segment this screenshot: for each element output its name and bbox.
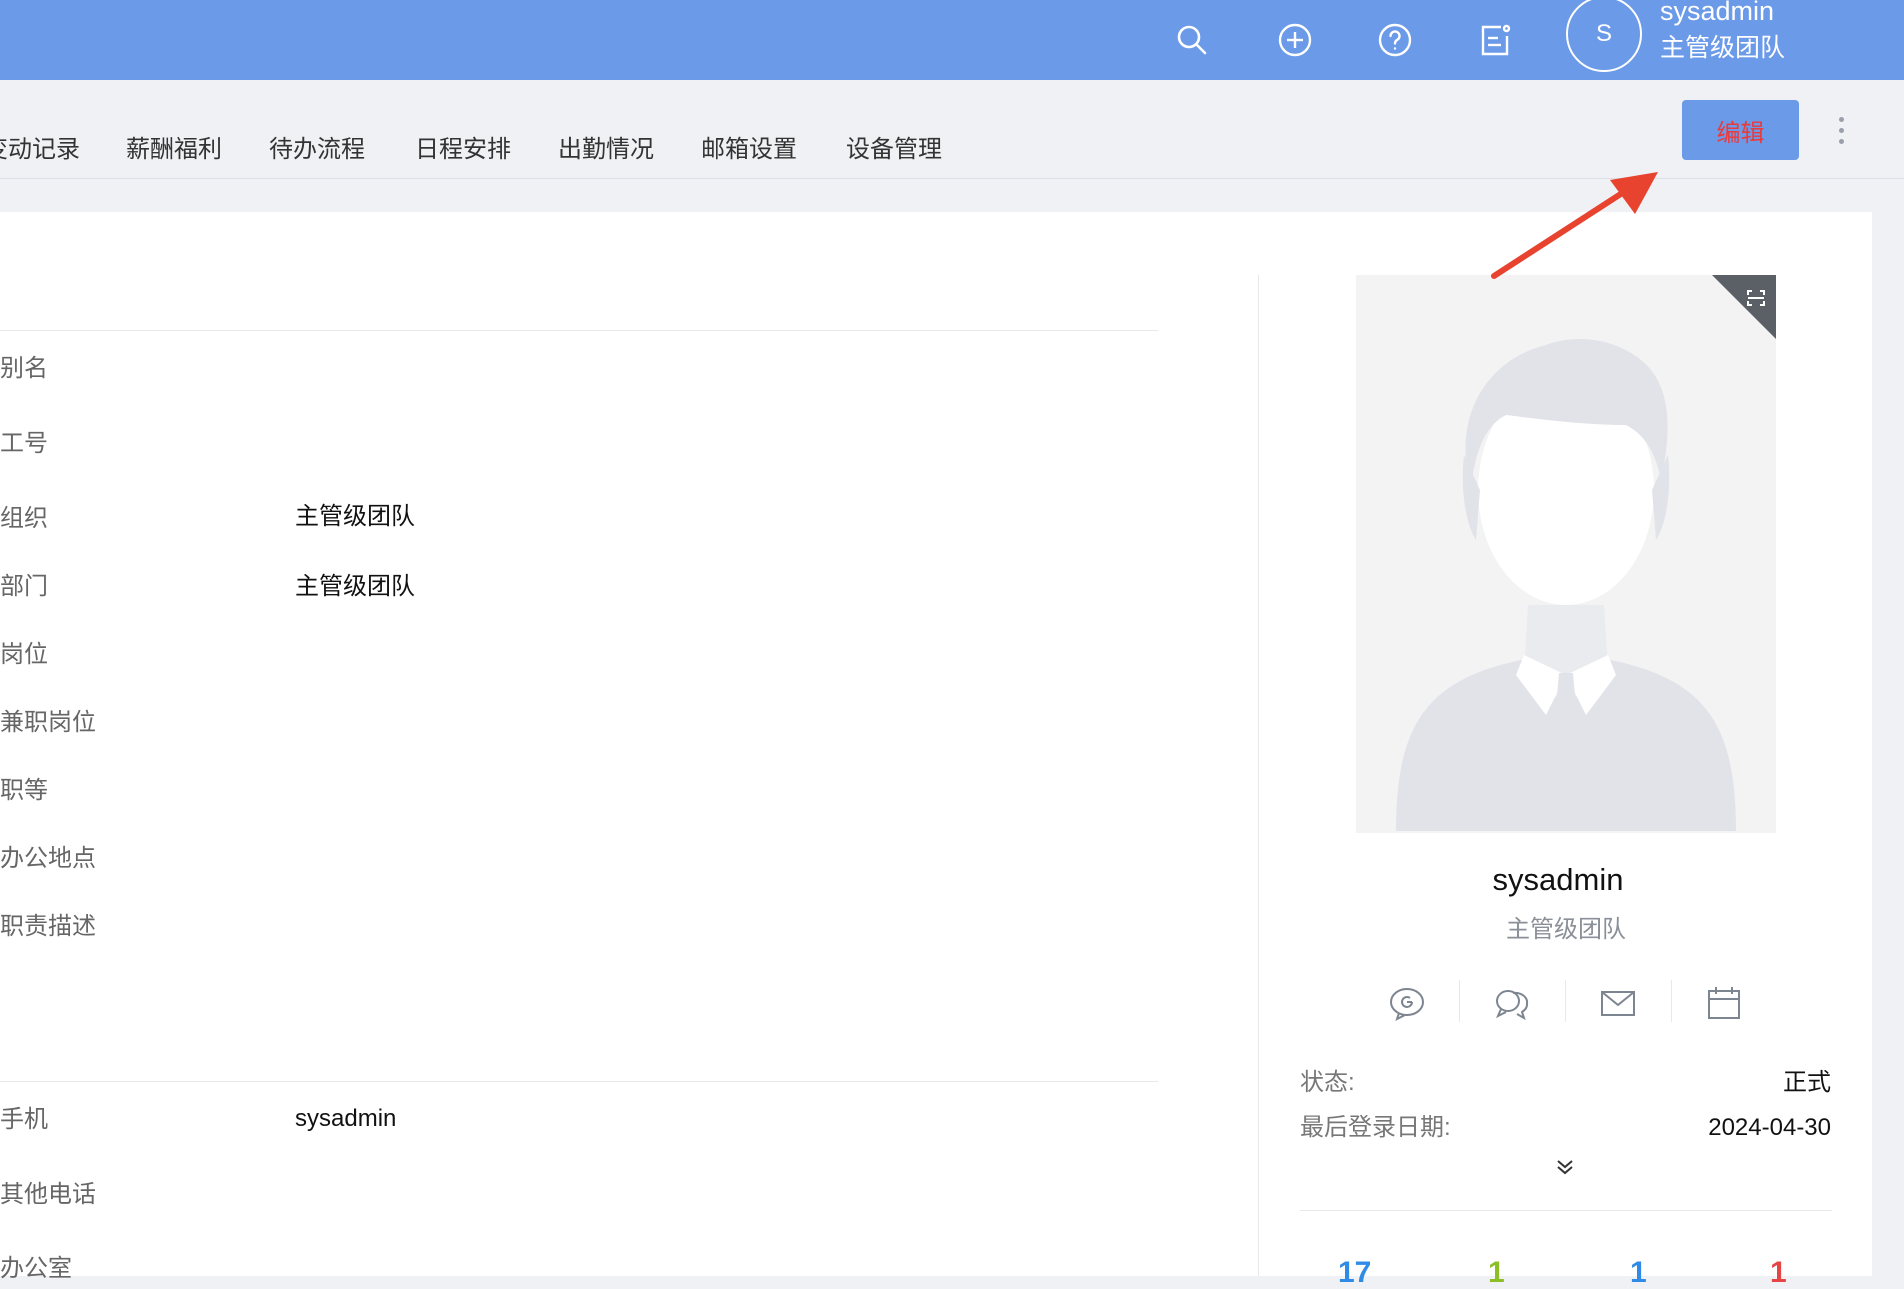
status-label: 状态: — [1300, 1069, 1355, 1096]
tab-change-records[interactable]: 变动记录 — [0, 138, 80, 162]
chevron-double-down-icon[interactable] — [1552, 1154, 1578, 1180]
help-icon[interactable] — [1367, 12, 1423, 68]
stat-value[interactable]: 1 — [1630, 1258, 1647, 1288]
avatar[interactable]: S — [1566, 0, 1642, 72]
search-icon[interactable] — [1164, 12, 1220, 68]
field-label-employee-id: 工号 — [0, 430, 48, 457]
field-label-job-grade: 职等 — [0, 777, 48, 804]
last-login-value: 2024-04-30 — [1708, 1114, 1831, 1141]
field-value-mobile: sysadmin — [295, 1105, 397, 1132]
tab-schedule[interactable]: 日程安排 — [415, 138, 511, 162]
field-label-department: 部门 — [0, 573, 48, 600]
tab-device-management[interactable]: 设备管理 — [846, 138, 942, 162]
column-divider — [1258, 275, 1259, 1276]
profile-photo[interactable] — [1356, 275, 1776, 833]
fullscreen-icon[interactable] — [1712, 275, 1776, 339]
tab-mailbox-settings[interactable]: 邮箱设置 — [701, 138, 797, 162]
stat-value[interactable]: 17 — [1338, 1258, 1371, 1288]
tab-pending-workflows[interactable]: 待办流程 — [269, 138, 365, 162]
field-value-department: 主管级团队 — [295, 573, 415, 600]
info-divider — [1300, 1210, 1832, 1211]
field-label-part-time-position: 兼职岗位 — [0, 709, 96, 736]
field-label-office: 办公室 — [0, 1255, 72, 1282]
stat-value[interactable]: 1 — [1488, 1258, 1505, 1288]
header-user-name[interactable]: sysadmin — [1660, 0, 1774, 25]
field-label-mobile: 手机 — [0, 1106, 48, 1133]
more-options-icon[interactable] — [1826, 110, 1856, 150]
stat-value[interactable]: 1 — [1770, 1258, 1787, 1288]
add-circle-icon[interactable] — [1267, 12, 1323, 68]
discussion-icon[interactable] — [1487, 978, 1537, 1028]
field-label-organization: 组织 — [0, 505, 48, 532]
tab-attendance[interactable]: 出勤情况 — [558, 138, 654, 162]
action-divider — [1565, 980, 1566, 1022]
field-label-alias: 别名 — [0, 355, 48, 382]
field-label-position: 岗位 — [0, 641, 48, 668]
status-value: 正式 — [1783, 1069, 1831, 1096]
tab-salary-benefits[interactable]: 薪酬福利 — [126, 138, 222, 162]
section-divider — [0, 330, 1158, 331]
section-divider — [0, 1081, 1158, 1082]
field-label-office-location: 办公地点 — [0, 845, 96, 872]
calendar-icon[interactable] — [1699, 978, 1749, 1028]
profile-name: sysadmin — [1492, 862, 1624, 897]
field-label-other-phone: 其他电话 — [0, 1181, 96, 1208]
chat-icon[interactable] — [1382, 978, 1432, 1028]
edit-button[interactable]: 编辑 — [1682, 100, 1799, 160]
default-avatar-illustration — [1356, 275, 1776, 833]
mail-icon[interactable] — [1593, 978, 1643, 1028]
header-user-team: 主管级团队 — [1660, 34, 1786, 62]
last-login-label: 最后登录日期: — [1300, 1114, 1451, 1141]
field-label-job-description: 职责描述 — [0, 913, 96, 940]
action-divider — [1459, 980, 1460, 1022]
field-value-organization: 主管级团队 — [295, 503, 415, 530]
top-header: S sysadmin 主管级团队 — [0, 0, 1904, 80]
profile-team: 主管级团队 — [1506, 916, 1626, 943]
notes-icon[interactable] — [1467, 12, 1523, 68]
annotation-arrow — [1491, 172, 1658, 279]
action-divider — [1671, 980, 1672, 1022]
